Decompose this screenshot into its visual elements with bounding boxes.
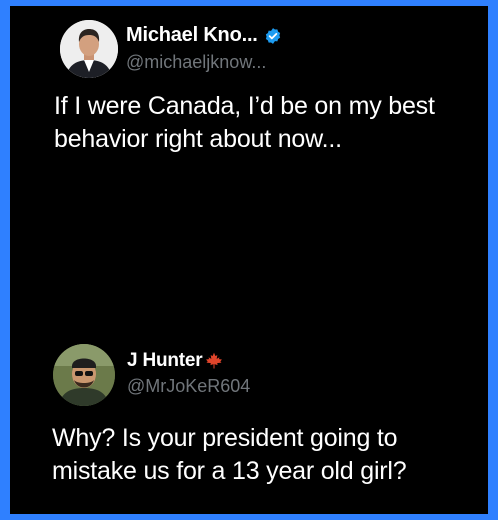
author-name[interactable]: Michael Kno... <box>126 24 258 47</box>
avatar-portrait-icon <box>60 20 118 78</box>
reply-author-handle[interactable]: @MrJoKeR604 <box>127 376 250 397</box>
maple-leaf-icon <box>204 351 224 371</box>
post-thread: Michael Kno... @michaeljknow... If I wer… <box>10 6 488 514</box>
reply-text: Why? Is your president going to mistake … <box>52 424 407 485</box>
verified-badge-icon <box>264 27 282 45</box>
author-name-row[interactable]: Michael Kno... <box>126 24 282 47</box>
avatar-portrait-icon <box>53 344 115 406</box>
post-text: If I were Canada, I’d be on my best beha… <box>54 92 435 153</box>
reply-avatar[interactable] <box>53 344 115 406</box>
author-handle[interactable]: @michaeljknow... <box>126 52 266 73</box>
reply-author-name[interactable]: J Hunter <box>127 350 203 372</box>
reply-author-name-row[interactable]: J Hunter <box>127 350 224 372</box>
screenshot-frame: Michael Kno... @michaeljknow... If I wer… <box>0 0 498 520</box>
avatar[interactable] <box>60 20 118 78</box>
